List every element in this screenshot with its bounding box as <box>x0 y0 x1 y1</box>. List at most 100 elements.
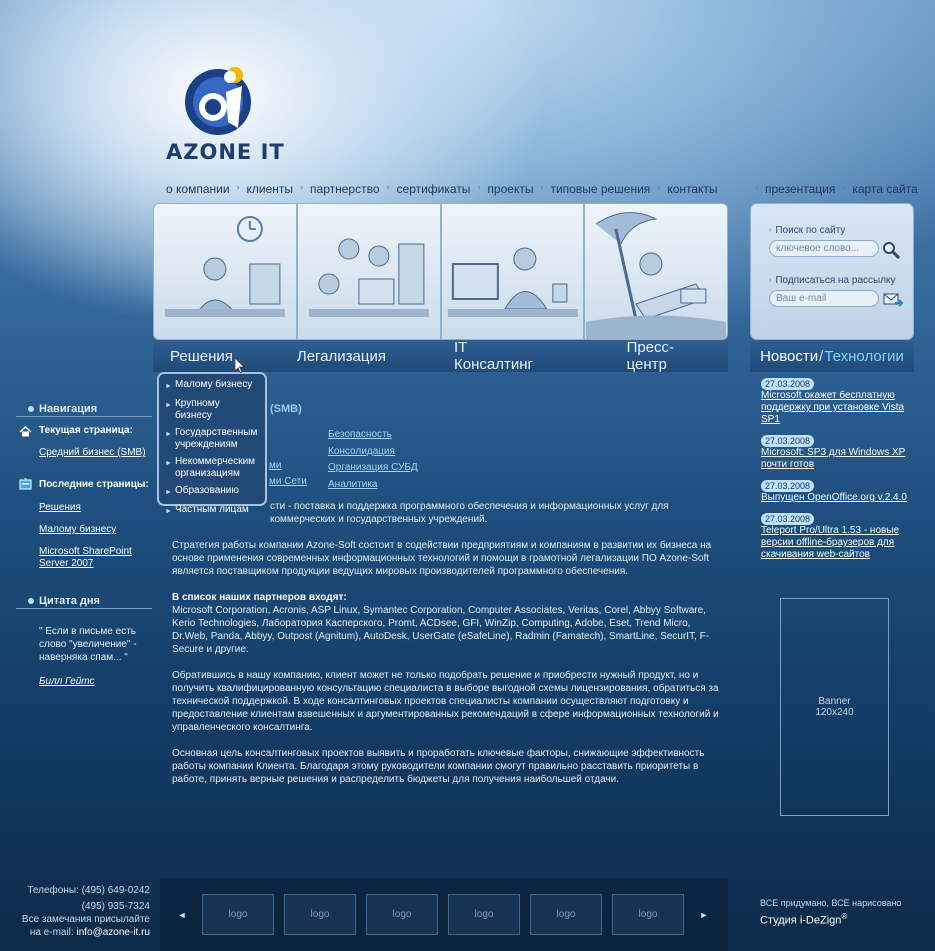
partner-logo[interactable]: logo <box>448 894 520 935</box>
quote-author[interactable]: Билл Гейтс <box>39 676 94 687</box>
news-tabs: Новости / Технологии <box>750 340 914 372</box>
nav-separator-icon: › <box>386 182 390 192</box>
link-partial-1[interactable]: ми <box>269 460 281 471</box>
illustration-computer <box>441 204 586 339</box>
nav-separator-icon: › <box>477 182 481 192</box>
computer-sketch-icon <box>447 247 578 317</box>
home-icon <box>19 426 32 437</box>
link-security[interactable]: Безопасность <box>328 427 418 444</box>
partners-title: В список наших партнеров входят: <box>172 592 347 603</box>
news-item: 27.03.2008 Teleport Pro/Ultra 1.53 - нов… <box>761 513 913 561</box>
news-date: 27.03.2008 <box>761 480 815 492</box>
top-nav-presentation[interactable]: презентация <box>765 182 835 196</box>
team-sketch-icon <box>308 238 429 317</box>
current-page-label: Текущая страница: <box>39 425 133 436</box>
mouse-cursor-icon <box>235 358 245 374</box>
top-nav-right: › презентация › карта сайта <box>748 182 918 196</box>
top-nav-solutions[interactable]: типовые решения <box>550 182 650 196</box>
studio-link[interactable]: Студия i-DeZign® <box>760 912 920 927</box>
nav-separator-icon: › <box>540 182 544 192</box>
recent-link-small-business[interactable]: Малому бизнесу <box>39 524 116 535</box>
bullet-arrow-icon: ► <box>165 508 172 515</box>
tab-separator: / <box>819 347 824 365</box>
recent-pages-icon <box>19 477 32 490</box>
mail-send-icon[interactable] <box>883 292 903 310</box>
partner-logo-carousel: ◄ logo logo logo logo logo logo ► <box>160 878 728 951</box>
news-link[interactable]: Teleport Pro/Ultra 1.53 - новые версии o… <box>761 525 913 561</box>
bullet-icon <box>28 598 34 604</box>
bullet-arrow-icon: ► <box>165 383 172 390</box>
link-consolidation[interactable]: Консолидация <box>328 444 418 461</box>
partners-list: Microsoft Corporation, Acronis, ASP Linu… <box>172 605 710 655</box>
menu-item-nonprofit[interactable]: ► Некоммерческим организациям <box>165 456 259 480</box>
menu-item-government[interactable]: ► Государственным учреждениям <box>165 427 259 451</box>
brand-name: AZONE IT <box>166 140 285 164</box>
office-sketch-icon <box>164 216 285 317</box>
nav-separator-icon: › <box>842 182 846 192</box>
top-nav-projects[interactable]: проекты <box>487 182 533 196</box>
news-item: 27.03.2008 Microsoft: SP3 для Windows XP… <box>761 435 913 471</box>
top-nav-clients[interactable]: клиенты <box>247 182 294 196</box>
partner-logo[interactable]: logo <box>284 894 356 935</box>
carousel-prev-icon[interactable]: ◄ <box>168 910 196 920</box>
solutions-dropdown-menu: ► Малому бизнесу ► Крупному бизнесу ► Госуд… <box>157 372 267 515</box>
menu-item-large-business[interactable]: ► Крупному бизнесу <box>165 398 259 422</box>
news-date: 27.03.2008 <box>761 378 815 390</box>
illustration-beach <box>585 204 727 339</box>
quote-text: " Если в письме есть слово "увеличение" … <box>39 626 137 663</box>
footer-phone-1: Телефоны: (495) 649-0242 <box>27 885 150 896</box>
carousel-next-icon[interactable]: ► <box>690 910 718 920</box>
sidebar-quote-header: Цитата дня <box>16 594 152 609</box>
recent-link-sharepoint[interactable]: Microsoft SharePoint Server 2007 <box>39 546 139 570</box>
recent-pages-label: Последние страницы: <box>39 479 149 490</box>
top-nav-certificates[interactable]: сертификаты <box>397 182 471 196</box>
menu-item-private[interactable]: ► Частным лицам <box>165 504 259 518</box>
menu-item-small-business[interactable]: ► Малому бизнесу <box>165 379 259 393</box>
top-nav-contacts[interactable]: контакты <box>667 182 717 196</box>
recent-link-solutions[interactable]: Решения <box>39 502 81 513</box>
footer-email-link[interactable]: info@azone-it.ru <box>76 927 150 938</box>
footer-note: Все замечания присылайте <box>21 914 150 925</box>
tab-press-center[interactable]: Пресс-центр <box>610 339 728 373</box>
partner-logo[interactable]: logo <box>202 894 274 935</box>
news-link[interactable]: Выпущен OpenOffice.org v.2.4.0 <box>761 492 913 504</box>
search-subscribe-panel: › Поиск по сайту ключевое слово... › Подпи… <box>750 203 914 340</box>
bullet-arrow-icon: ► <box>165 402 172 409</box>
content-body: сти - поставка и поддержка программного … <box>172 500 720 786</box>
content-paragraph-4: Основная цель консалтинговых проектов вы… <box>172 748 705 785</box>
news-date: 27.03.2008 <box>761 513 815 525</box>
news-date: 27.03.2008 <box>761 435 815 447</box>
nav-separator-icon: › <box>300 182 304 192</box>
content-paragraph-3: Обратившись в нашу компанию, клиент може… <box>172 670 719 733</box>
top-nav-sitemap[interactable]: карта сайта <box>852 182 917 196</box>
news-link[interactable]: Microsoft окажет бесплатную поддержку пр… <box>761 390 913 426</box>
link-analytics[interactable]: Аналитика <box>328 477 418 494</box>
partner-logo[interactable]: logo <box>530 894 602 935</box>
subscribe-label: › Подписаться на рассылку <box>769 275 896 286</box>
email-field[interactable]: Ваш e-mail <box>769 290 879 307</box>
news-link[interactable]: Microsoft: SP3 для Windows XP почти гото… <box>761 447 913 471</box>
search-icon[interactable] <box>882 241 901 260</box>
bullet-arrow-icon: ► <box>165 489 172 496</box>
link-partial-2[interactable]: ми Сети <box>269 476 307 487</box>
partner-logo[interactable]: logo <box>366 894 438 935</box>
search-input[interactable]: ключевое слово... <box>769 240 879 257</box>
footer-phone-2: (495) 935-7324 <box>81 901 150 912</box>
top-nav-about[interactable]: о компании <box>166 182 230 196</box>
bullet-arrow-icon: ► <box>165 431 172 438</box>
tab-it-consulting[interactable]: IT Консалтинг <box>437 339 564 373</box>
current-page-link[interactable]: Средний бизнес (SMB) <box>39 447 146 458</box>
tab-technologies[interactable]: Технологии <box>824 348 904 365</box>
partner-logo[interactable]: logo <box>612 894 684 935</box>
top-nav-partnership[interactable]: партнерство <box>310 182 379 196</box>
banner-ad-placeholder[interactable]: Banner 120x240 <box>780 598 889 816</box>
nav-separator-icon: › <box>755 182 758 192</box>
banner-ad-label: Banner <box>818 696 851 707</box>
arrow-icon: › <box>769 227 772 234</box>
news-list: 27.03.2008 Microsoft окажет бесплатную п… <box>761 378 913 561</box>
content-paragraph-2: Стратегия работы компании Azone-Soft сос… <box>172 540 712 577</box>
tab-legalization[interactable]: Легализация <box>280 348 403 365</box>
link-dbms[interactable]: Организация СУБД <box>328 460 418 477</box>
menu-item-education[interactable]: ► Образованию <box>165 485 259 499</box>
tab-news[interactable]: Новости <box>760 348 818 365</box>
